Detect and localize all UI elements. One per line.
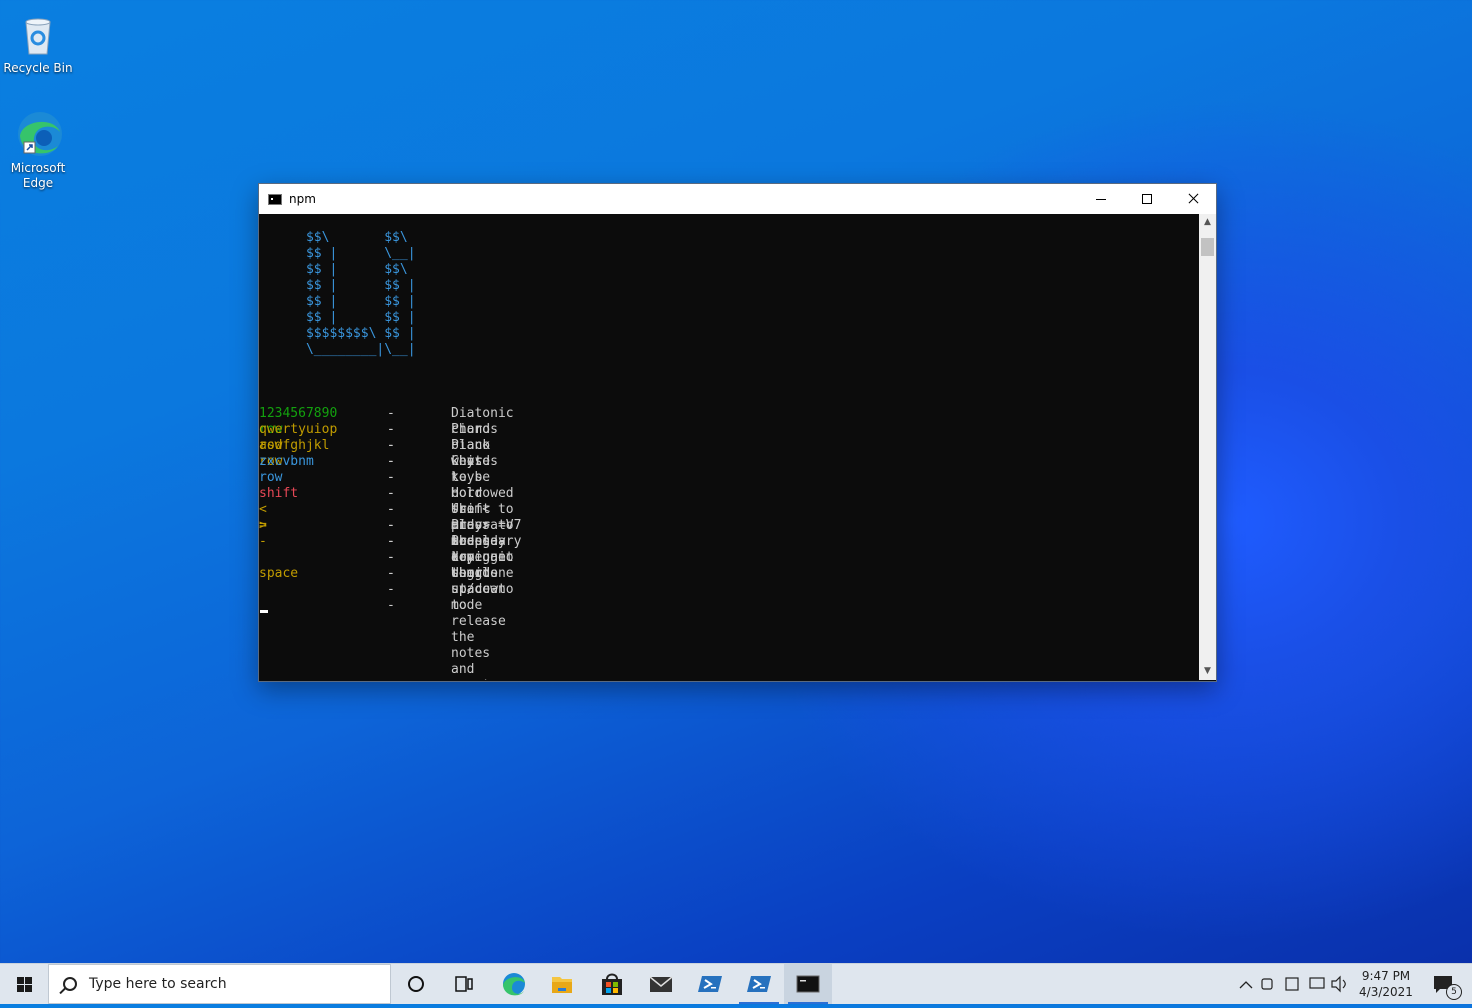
console-app-icon bbox=[268, 194, 282, 205]
taskbar-mail[interactable] bbox=[637, 964, 685, 1004]
windows-logo-icon-part bbox=[25, 977, 32, 984]
task-view-icon bbox=[455, 976, 473, 992]
powershell-icon bbox=[747, 976, 771, 992]
taskbar-powershell[interactable] bbox=[686, 964, 734, 1004]
meet-now-icon bbox=[1261, 978, 1273, 990]
text-cursor bbox=[260, 610, 268, 613]
search-placeholder: Type here to search bbox=[89, 976, 227, 992]
tray-icons bbox=[1239, 975, 1346, 993]
store-bag-icon bbox=[602, 973, 622, 995]
ascii-art-logo: $$\ $$\ $$ | \__| $$ | $$\ $$ | $$ | $$ … bbox=[305, 230, 416, 357]
edge-icon bbox=[503, 973, 525, 996]
taskbar-clock[interactable]: 9:47 PM 4/3/2021 bbox=[1358, 968, 1414, 1000]
terminal-window[interactable]: npm $$\ $$\ $$ | \__| $$ | $$\ $$ | $$ |… bbox=[258, 183, 1217, 682]
minimize-button[interactable] bbox=[1078, 184, 1124, 214]
input-indicator-icon bbox=[1285, 977, 1299, 991]
title-bar[interactable]: npm bbox=[259, 184, 1216, 214]
taskbar-powershell-active[interactable] bbox=[735, 964, 783, 1004]
console-output[interactable]: $$\ $$\ $$ | \__| $$ | $$\ $$ | $$ | $$ … bbox=[259, 214, 1198, 680]
help-key: = bbox=[259, 518, 267, 533]
search-icon bbox=[63, 977, 77, 991]
help-key: shift bbox=[259, 486, 299, 501]
cortana-button[interactable] bbox=[392, 964, 440, 1004]
taskbar-search-box[interactable]: Type here to search bbox=[48, 964, 391, 1004]
task-view-button[interactable] bbox=[440, 964, 488, 1004]
windows-logo-icon bbox=[17, 977, 24, 984]
scroll-up-arrow-icon[interactable]: ▲ bbox=[1199, 214, 1216, 231]
windows-logo-icon-part bbox=[25, 985, 32, 992]
help-separator: --- bbox=[387, 566, 395, 613]
edge-icon bbox=[14, 110, 62, 158]
taskbar-edge[interactable] bbox=[490, 964, 538, 1004]
taskbar-store[interactable] bbox=[588, 964, 636, 1004]
taskbar-file-explorer[interactable] bbox=[538, 964, 586, 1004]
window-title: npm bbox=[289, 192, 316, 206]
help-text: Use space to release the notes and reset bbox=[451, 566, 506, 680]
start-button[interactable] bbox=[0, 964, 48, 1004]
taskbar-command-prompt[interactable] bbox=[784, 964, 832, 1004]
clock-time: 9:47 PM bbox=[1361, 969, 1411, 983]
desktop-icon-microsoft-edge[interactable]: Microsoft Edge bbox=[0, 110, 76, 191]
taskbar: Type here to search 9:47 PM 4/3/2021 5 bbox=[0, 963, 1472, 1004]
notification-badge: 5 bbox=[1446, 984, 1462, 1000]
clock-date: 4/3/2021 bbox=[1359, 985, 1413, 999]
windows-logo-icon-part bbox=[17, 985, 24, 992]
volume-icon bbox=[1331, 975, 1341, 993]
scrollbar-thumb[interactable] bbox=[1201, 238, 1214, 256]
scroll-down-arrow-icon[interactable]: ▼ bbox=[1199, 663, 1216, 680]
system-tray bbox=[1232, 964, 1362, 1004]
show-hidden-icons-chevron-icon bbox=[1239, 981, 1253, 989]
action-center-button[interactable]: 5 bbox=[1424, 964, 1464, 1004]
powershell-icon bbox=[698, 976, 722, 992]
command-prompt-icon bbox=[796, 975, 820, 993]
maximize-button[interactable] bbox=[1124, 184, 1170, 214]
help-key: zxcvbnm row bbox=[259, 454, 314, 485]
mail-icon bbox=[649, 976, 673, 992]
desktop-icon-label: Microsoft Edge bbox=[10, 161, 66, 190]
folder-icon bbox=[552, 977, 572, 993]
recycle-bin-icon bbox=[14, 10, 62, 58]
close-button[interactable] bbox=[1170, 184, 1216, 214]
desktop-icon-label: Recycle Bin bbox=[3, 61, 73, 75]
vertical-scrollbar[interactable]: ▲ ▼ bbox=[1199, 214, 1216, 680]
network-icon bbox=[1309, 977, 1325, 989]
cortana-circle-icon bbox=[408, 976, 424, 992]
help-key: space bbox=[259, 566, 299, 581]
help-key: - bbox=[259, 534, 267, 549]
desktop-icon-recycle-bin[interactable]: Recycle Bin bbox=[0, 10, 76, 76]
